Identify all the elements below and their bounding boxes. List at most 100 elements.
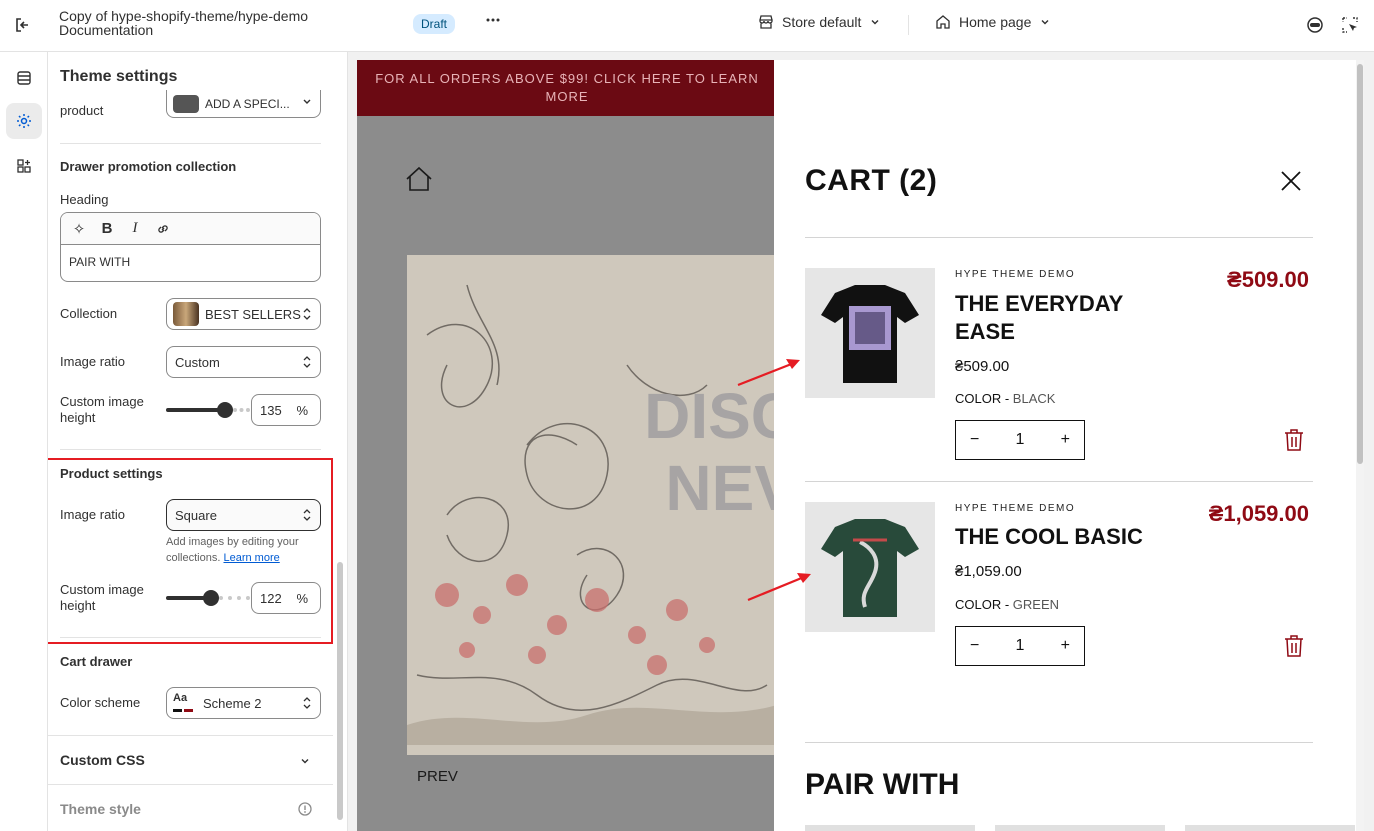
section-title-drawer-promotion: Drawer promotion collection xyxy=(60,159,237,174)
collection-label: Collection xyxy=(60,306,118,321)
custom-image-height-label-line1: Custom image xyxy=(60,394,144,409)
variant-value: BLACK xyxy=(1012,391,1056,406)
minus-icon[interactable]: − xyxy=(970,431,979,449)
page-picker-label: Home page xyxy=(959,14,1032,30)
hero-heading: DISC NEV xyxy=(597,380,797,524)
color-scheme-select[interactable]: Aa Scheme 2 xyxy=(166,687,321,719)
status-badge: Draft xyxy=(413,14,456,34)
product-custom-image-height-value: 122 xyxy=(260,591,282,606)
close-icon[interactable] xyxy=(1280,170,1302,192)
rail-theme-settings-button[interactable] xyxy=(6,103,42,139)
custom-image-height-label-line2: height xyxy=(60,410,96,425)
quantity-value[interactable]: 1 xyxy=(1016,431,1025,449)
custom-image-height-input[interactable]: 135 % xyxy=(251,394,321,426)
italic-icon[interactable]: I xyxy=(125,219,145,239)
tshirt-black-image xyxy=(821,285,919,383)
left-rail xyxy=(0,52,48,831)
prev-slide-button[interactable]: PREV xyxy=(417,768,458,785)
divider xyxy=(60,449,321,450)
select-element-button[interactable] xyxy=(1338,13,1362,37)
plus-icon[interactable]: + xyxy=(1061,431,1070,449)
link-icon[interactable] xyxy=(153,219,173,239)
product-image-ratio-select[interactable]: Square xyxy=(166,499,321,531)
product-picker-value: ADD A SPECI... xyxy=(205,96,290,111)
product-picker[interactable]: ADD A SPECI... xyxy=(166,90,321,118)
announcement-bar[interactable]: FOR ALL ORDERS ABOVE $99! CLICK HERE TO … xyxy=(357,60,777,116)
variant-label: COLOR - xyxy=(955,597,1013,612)
sections-icon xyxy=(17,71,31,85)
image-ratio-help-text: Add images by editing your collections. … xyxy=(166,534,326,566)
divider xyxy=(805,237,1313,238)
quantity-stepper[interactable]: − 1 + xyxy=(955,626,1085,666)
product-custom-image-height-label-line1: Custom image xyxy=(60,582,144,597)
minus-icon[interactable]: − xyxy=(970,637,979,655)
trash-icon[interactable] xyxy=(1283,428,1305,452)
cart-item-name[interactable]: THE COOL BASIC xyxy=(955,523,1215,551)
product-image-ratio-value: Square xyxy=(175,507,217,523)
chevron-down-icon[interactable] xyxy=(299,755,311,767)
ai-sparkle-icon[interactable]: ✧ xyxy=(69,219,89,239)
rail-apps-button[interactable] xyxy=(6,148,42,184)
pair-product-card[interactable] xyxy=(805,825,975,831)
learn-more-link[interactable]: Learn more xyxy=(223,552,279,564)
custom-css-toggle[interactable]: Custom CSS xyxy=(60,752,145,768)
rail-sections-button[interactable] xyxy=(6,60,42,96)
divider xyxy=(48,735,333,736)
bold-icon[interactable]: B xyxy=(97,219,117,239)
cart-item-image[interactable] xyxy=(805,502,935,632)
divider xyxy=(60,637,321,638)
theme-settings-panel: Theme settings product ADD A SPECI... Dr… xyxy=(48,52,348,831)
custom-css-label: Custom CSS xyxy=(60,752,145,768)
theme-title: Copy of hype-shopify-theme/hype-demo Doc… xyxy=(59,9,308,37)
heading-input[interactable]: PAIR WITH xyxy=(61,245,320,279)
pair-product-card[interactable] xyxy=(1185,825,1355,831)
heading-rich-text-editor[interactable]: ✧ B I PAIR WITH xyxy=(60,212,321,282)
info-icon xyxy=(298,802,312,816)
more-actions-button[interactable] xyxy=(481,12,505,36)
pair-product-card[interactable] xyxy=(995,825,1165,831)
quantity-stepper[interactable]: − 1 + xyxy=(955,420,1085,460)
plus-icon[interactable]: + xyxy=(1061,637,1070,655)
cart-item-vendor: HYPE THEME DEMO xyxy=(955,269,1076,280)
trash-icon[interactable] xyxy=(1283,634,1305,658)
store-picker[interactable]: Store default xyxy=(758,14,881,30)
product-thumbnail xyxy=(173,94,199,113)
slider-track-rest xyxy=(219,596,250,600)
exit-button[interactable] xyxy=(10,12,36,38)
custom-image-height-slider[interactable] xyxy=(166,402,250,418)
cart-item-name[interactable]: THE EVERYDAY EASE xyxy=(955,290,1175,346)
store-picker-label: Store default xyxy=(782,14,862,30)
image-ratio-value: Custom xyxy=(175,354,220,370)
drawer-scrollbar[interactable] xyxy=(1356,60,1364,831)
product-custom-image-height-label: Custom image height xyxy=(60,582,144,614)
page-picker[interactable]: Home page xyxy=(935,14,1051,30)
cart-item-total: ₴509.00 xyxy=(1227,267,1309,292)
collection-picker[interactable]: BEST SELLERS xyxy=(166,298,321,330)
mask-icon xyxy=(1307,17,1323,33)
select-arrows-icon xyxy=(303,308,311,320)
theme-style-label: Theme style xyxy=(60,801,141,817)
inspector-button[interactable] xyxy=(1303,13,1327,37)
image-ratio-select[interactable]: Custom xyxy=(166,346,321,378)
cart-item-vendor: HYPE THEME DEMO xyxy=(955,503,1076,514)
custom-image-height-value: 135 xyxy=(260,403,282,418)
slider-handle[interactable] xyxy=(203,590,219,606)
cursor-select-icon xyxy=(1342,17,1358,33)
announcement-line2: MORE xyxy=(545,89,589,104)
slider-handle[interactable] xyxy=(217,402,233,418)
color-scheme-swatch: Aa xyxy=(173,692,195,714)
home-icon xyxy=(936,15,950,29)
cart-item-variant: COLOR - GREEN xyxy=(955,597,1059,612)
cart-item-price: ₴509.00 xyxy=(955,358,1010,375)
chevron-down-icon xyxy=(303,99,311,104)
product-custom-image-height-slider[interactable] xyxy=(166,590,250,606)
theme-style-toggle[interactable]: Theme style xyxy=(60,801,141,817)
cart-item-image[interactable] xyxy=(805,268,935,398)
quantity-value[interactable]: 1 xyxy=(1016,637,1025,655)
variant-value: GREEN xyxy=(1012,597,1060,612)
pair-with-heading: PAIR WITH xyxy=(805,768,960,801)
panel-scrollbar[interactable] xyxy=(337,562,343,820)
product-custom-image-height-input[interactable]: 122 % xyxy=(251,582,321,614)
apps-icon xyxy=(17,159,31,173)
slider-track-rest xyxy=(233,408,250,412)
